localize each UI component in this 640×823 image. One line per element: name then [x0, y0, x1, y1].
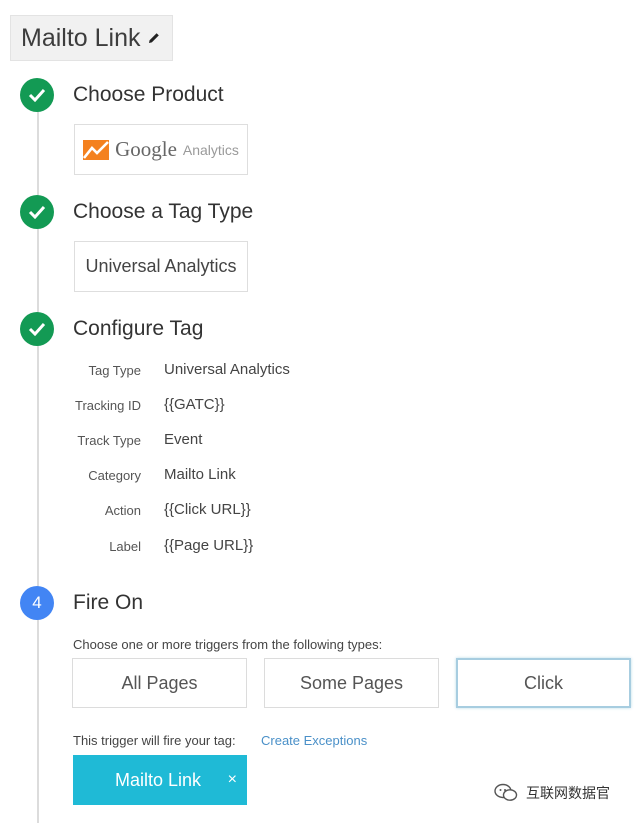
config-label-category: Category	[88, 468, 141, 483]
step-1-check-icon	[20, 78, 54, 112]
tag-title-box[interactable]: Mailto Link	[10, 15, 173, 61]
pencil-icon[interactable]	[147, 31, 161, 45]
step-3-check-icon	[20, 312, 54, 346]
config-label-track-type: Track Type	[77, 433, 141, 448]
trigger-click-button[interactable]: Click	[456, 658, 631, 708]
config-value-label: {{Page URL}}	[164, 537, 254, 554]
close-icon[interactable]: ×	[228, 771, 237, 789]
product-card[interactable]: Google Analytics	[74, 124, 248, 175]
create-exceptions-link[interactable]: Create Exceptions	[261, 733, 367, 748]
triggers-hint: Choose one or more triggers from the fol…	[73, 637, 383, 652]
config-value-category: Mailto Link	[164, 466, 236, 483]
google-analytics-logo-icon	[83, 139, 110, 160]
step-1-title: Choose Product	[73, 83, 224, 106]
step-2-title: Choose a Tag Type	[73, 200, 254, 223]
config-label-tracking-id: Tracking ID	[75, 398, 141, 413]
config-value-action: {{Click URL}}	[164, 501, 251, 518]
config-label-action: Action	[104, 503, 141, 518]
tag-title: Mailto Link	[21, 23, 141, 52]
product-sub: Analytics	[182, 141, 239, 158]
tag-type-label: Universal Analytics	[85, 256, 237, 276]
trigger-all-pages-button[interactable]: All Pages	[72, 658, 247, 708]
watermark-text: 互联网数据官	[526, 785, 610, 801]
step-2-check-icon	[20, 195, 54, 229]
config-value-tag-type: Universal Analytics	[164, 361, 290, 378]
tag-type-card[interactable]: Universal Analytics	[74, 241, 248, 292]
trigger-some-pages-button[interactable]: Some Pages	[264, 658, 439, 708]
trigger-chip-mailto-link[interactable]: Mailto Link ×	[73, 755, 247, 805]
config-value-track-type: Event	[164, 431, 203, 448]
fire-trigger-text: This trigger will fire your tag:	[73, 733, 236, 748]
config-label-label: Label	[109, 539, 141, 554]
step-3-title: Configure Tag	[73, 317, 204, 340]
step-4-number-badge: 4	[20, 586, 54, 620]
trigger-chip-label: Mailto Link	[115, 769, 202, 790]
watermark: 互联网数据官	[494, 783, 610, 803]
step-4-title: Fire On	[73, 591, 144, 614]
product-brand: Google	[115, 137, 177, 161]
config-value-tracking-id: {{GATC}}	[164, 396, 225, 413]
wechat-icon	[494, 783, 518, 801]
config-label-tag-type: Tag Type	[88, 363, 141, 378]
